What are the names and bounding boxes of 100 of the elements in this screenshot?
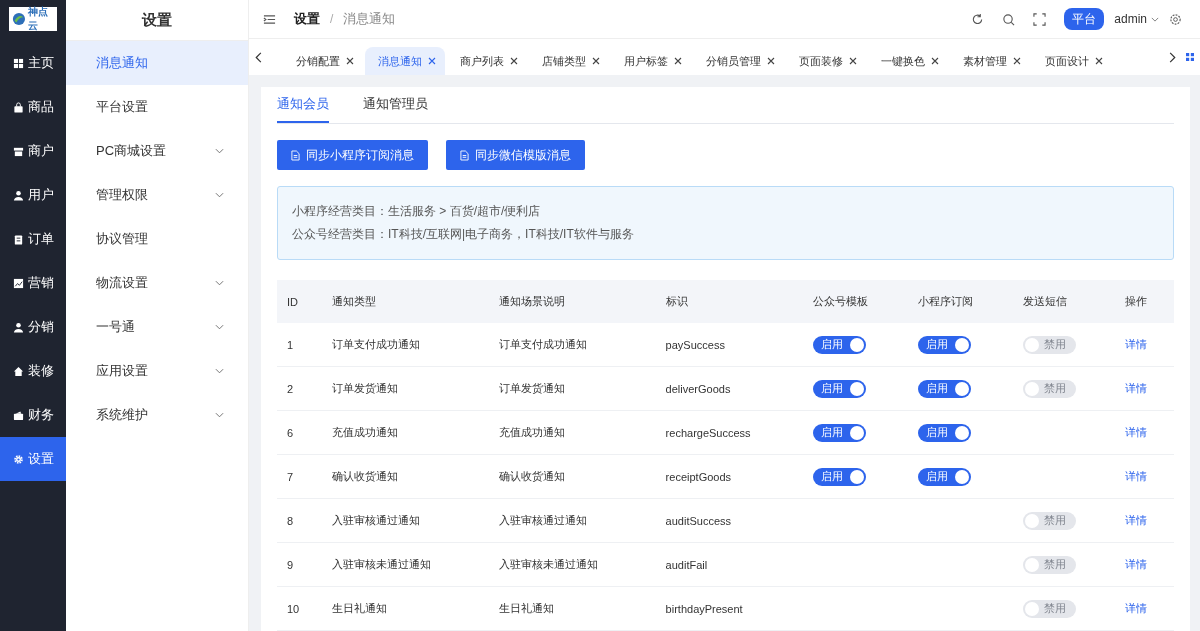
column-header: 通知场景说明 bbox=[488, 280, 656, 323]
close-icon[interactable] bbox=[592, 57, 600, 65]
menu-icon[interactable] bbox=[263, 12, 276, 26]
nav-item[interactable]: 主页 bbox=[0, 41, 66, 85]
chevron-down-icon bbox=[215, 192, 224, 198]
nav-item[interactable]: 分销 bbox=[0, 305, 66, 349]
toggle-switch[interactable]: 启用 bbox=[917, 467, 971, 486]
table-cell: 6 bbox=[277, 410, 323, 455]
user-menu[interactable]: admin bbox=[1114, 12, 1147, 26]
chevron-left-icon[interactable] bbox=[255, 51, 263, 63]
tab[interactable]: 页面装修 bbox=[786, 47, 866, 75]
tab[interactable]: 素材管理 bbox=[950, 47, 1030, 75]
submenu-item[interactable]: 平台设置 bbox=[66, 85, 248, 129]
toggle-switch[interactable]: 启用 bbox=[812, 335, 866, 354]
toggle-switch[interactable]: 启用 bbox=[917, 379, 971, 398]
table-cell: 订单发货通知 bbox=[322, 366, 489, 411]
table-cell: receiptGoods bbox=[655, 454, 803, 499]
close-icon[interactable] bbox=[346, 57, 354, 65]
column-header: 发送短信 bbox=[1012, 280, 1116, 323]
table-cell: 入驻审核通过通知 bbox=[488, 498, 656, 543]
details-link[interactable]: 详情 bbox=[1125, 470, 1148, 482]
fullscreen-icon[interactable] bbox=[1033, 12, 1047, 26]
submenu-item[interactable]: 一号通 bbox=[66, 305, 248, 349]
close-icon[interactable] bbox=[674, 57, 682, 65]
table-cell: 订单发货通知 bbox=[488, 366, 656, 411]
platform-button[interactable]: 平台 bbox=[1064, 8, 1105, 30]
submenu-item[interactable]: 应用设置 bbox=[66, 349, 248, 393]
user-icon bbox=[12, 189, 24, 201]
table-cell: paySuccess bbox=[655, 323, 803, 367]
column-header: 通知类型 bbox=[322, 280, 489, 323]
table-cell: 生日礼通知 bbox=[322, 586, 489, 631]
submenu-item[interactable]: 消息通知 bbox=[66, 41, 248, 85]
tab[interactable]: 通知会员 bbox=[277, 87, 329, 123]
table-cell: 充值成功通知 bbox=[322, 410, 489, 455]
toggle-switch[interactable]: 启用 bbox=[917, 423, 971, 442]
tab[interactable]: 商户列表 bbox=[447, 47, 527, 75]
close-icon[interactable] bbox=[1013, 57, 1021, 65]
nav-item[interactable]: 设置 bbox=[0, 437, 66, 481]
nav-item[interactable]: 订单 bbox=[0, 217, 66, 261]
close-icon[interactable] bbox=[510, 57, 518, 65]
table-cell: 2 bbox=[277, 366, 323, 411]
logo: 神点云 bbox=[9, 7, 57, 31]
submenu-item[interactable]: 物流设置 bbox=[66, 261, 248, 305]
logo-icon bbox=[12, 11, 26, 27]
nav-item[interactable]: 用户 bbox=[0, 173, 66, 217]
tab[interactable]: 分销配置 bbox=[283, 47, 363, 75]
close-icon[interactable] bbox=[931, 57, 939, 65]
document-icon bbox=[460, 149, 469, 161]
close-icon[interactable] bbox=[1095, 57, 1103, 65]
table-cell: auditSuccess bbox=[655, 498, 803, 543]
toggle-switch[interactable]: 启用 bbox=[917, 335, 971, 354]
submenu-item[interactable]: PC商城设置 bbox=[66, 129, 248, 173]
submenu-item[interactable]: 系统维护 bbox=[66, 393, 248, 437]
search-icon[interactable] bbox=[1002, 12, 1016, 26]
close-icon[interactable] bbox=[428, 57, 436, 65]
details-link[interactable]: 详情 bbox=[1125, 514, 1148, 526]
nav-item[interactable]: 财务 bbox=[0, 393, 66, 437]
nav-item[interactable]: 营销 bbox=[0, 261, 66, 305]
shop-icon bbox=[12, 145, 24, 157]
toggle-switch[interactable]: 启用 bbox=[812, 423, 866, 442]
close-icon[interactable] bbox=[767, 57, 775, 65]
tab[interactable]: 店铺类型 bbox=[529, 47, 609, 75]
details-link[interactable]: 详情 bbox=[1125, 558, 1148, 570]
table-cell: 订单支付成功通知 bbox=[488, 323, 656, 367]
nav-item[interactable]: 商品 bbox=[0, 85, 66, 129]
column-header: ID bbox=[277, 280, 323, 323]
settings-icon[interactable] bbox=[1169, 12, 1182, 26]
breadcrumb-item[interactable]: 设置 bbox=[294, 10, 320, 28]
chevron-right-icon[interactable] bbox=[1168, 51, 1176, 63]
toggle-switch[interactable]: 启用 bbox=[812, 379, 866, 398]
sync-button[interactable]: 同步微信模版消息 bbox=[446, 140, 585, 170]
details-link[interactable]: 详情 bbox=[1125, 382, 1148, 394]
chevron-down-icon bbox=[215, 368, 224, 374]
breadcrumb-item: 消息通知 bbox=[343, 10, 396, 28]
submenu-item[interactable]: 协议管理 bbox=[66, 217, 248, 261]
nav-item[interactable]: 商户 bbox=[0, 129, 66, 173]
sync-button[interactable]: 同步小程序订阅消息 bbox=[277, 140, 428, 170]
chevron-down-icon bbox=[215, 412, 224, 418]
details-link[interactable]: 详情 bbox=[1125, 338, 1148, 350]
close-icon[interactable] bbox=[849, 57, 857, 65]
chevron-down-icon bbox=[215, 148, 224, 154]
details-link[interactable]: 详情 bbox=[1125, 426, 1148, 438]
tab[interactable]: 一键换色 bbox=[868, 47, 948, 75]
nav-item[interactable]: 装修 bbox=[0, 349, 66, 393]
tab[interactable]: 消息通知 bbox=[365, 47, 445, 75]
table-cell: 入驻审核未通过通知 bbox=[322, 542, 489, 587]
tab[interactable]: 用户标签 bbox=[611, 47, 691, 75]
clipboard-icon bbox=[12, 233, 24, 245]
toggle-switch[interactable]: 启用 bbox=[812, 467, 866, 486]
tab[interactable]: 通知管理员 bbox=[363, 87, 428, 123]
table-cell: 7 bbox=[277, 454, 323, 499]
chart-icon bbox=[12, 277, 24, 289]
refresh-icon[interactable] bbox=[971, 12, 985, 26]
table-cell: auditFail bbox=[655, 542, 803, 587]
submenu-item[interactable]: 管理权限 bbox=[66, 173, 248, 217]
tab[interactable]: 页面设计 bbox=[1032, 47, 1112, 75]
table-cell: 确认收货通知 bbox=[322, 454, 489, 499]
details-link[interactable]: 详情 bbox=[1125, 602, 1148, 614]
grid-icon[interactable] bbox=[1186, 53, 1194, 61]
tab[interactable]: 分销员管理 bbox=[693, 47, 784, 75]
